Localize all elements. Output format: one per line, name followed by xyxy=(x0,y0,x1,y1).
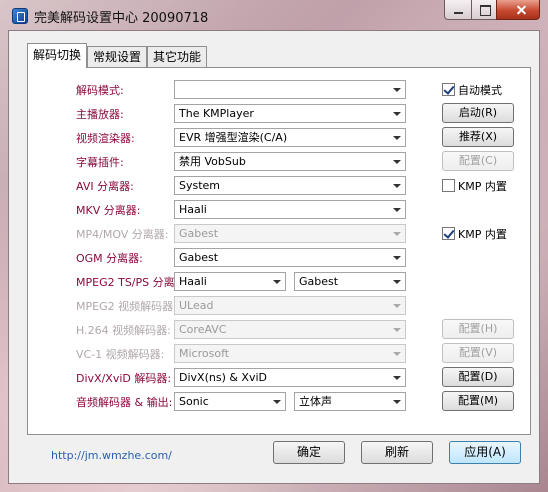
checkbox-box xyxy=(442,179,455,192)
window-title: 完美解码设置中心 20090718 xyxy=(34,11,209,26)
minimize-button[interactable] xyxy=(444,0,472,20)
config-m-button[interactable]: 配置(M) xyxy=(442,391,514,411)
audio-decoder-select[interactable]: Sonic xyxy=(174,392,286,411)
chevron-down-icon xyxy=(269,393,285,410)
auto-mode-checkbox[interactable]: 自动模式 xyxy=(442,82,502,98)
dialog-client: 解码切换 常规设置 其它功能 解码模式: 自动模式 主播放器: The KMPl… xyxy=(8,30,540,484)
subtitle-plugin-select[interactable]: 禁用 VobSub xyxy=(174,152,406,171)
decode-mode-select[interactable] xyxy=(174,80,406,99)
ogm-splitter-select[interactable]: Gabest xyxy=(174,248,406,267)
ok-button[interactable]: 确定 xyxy=(273,441,345,464)
chevron-down-icon xyxy=(389,81,405,98)
app-icon xyxy=(12,8,28,24)
tab-general-settings[interactable]: 常规设置 xyxy=(87,46,147,67)
chevron-down-icon xyxy=(389,153,405,170)
mpeg2ts-splitter-select-1[interactable]: Haali xyxy=(174,272,286,291)
h264-decoder-select[interactable]: CoreAVC xyxy=(174,320,406,339)
config-h-button[interactable]: 配置(H) xyxy=(442,319,514,339)
avi-splitter-select[interactable]: System xyxy=(174,176,406,195)
chevron-down-icon xyxy=(389,225,405,242)
website-link[interactable]: http://jm.wmzhe.com/ xyxy=(51,449,172,462)
chevron-down-icon xyxy=(389,273,405,290)
audio-output-select[interactable]: 立体声 xyxy=(294,392,406,411)
decode-panel: 解码模式: 自动模式 主播放器: The KMPlayer 启动(R) 视频渲染… xyxy=(27,67,531,435)
chevron-down-icon xyxy=(269,273,285,290)
chevron-down-icon xyxy=(389,393,405,410)
checkbox-box xyxy=(442,227,455,240)
chevron-down-icon xyxy=(389,105,405,122)
chevron-down-icon xyxy=(389,297,405,314)
chevron-down-icon xyxy=(389,177,405,194)
title-bar: 完美解码设置中心 20090718 xyxy=(0,0,548,30)
mpeg2-decoder-select[interactable]: ULead xyxy=(174,296,406,315)
mp4-kmp-builtin-checkbox[interactable]: KMP 内置 xyxy=(442,226,507,242)
close-button[interactable] xyxy=(496,0,540,20)
recommend-button[interactable]: 推荐(X) xyxy=(442,127,514,147)
chevron-down-icon xyxy=(389,369,405,386)
mkv-splitter-select[interactable]: Haali xyxy=(174,200,406,219)
tab-decode-switch[interactable]: 解码切换 xyxy=(27,43,87,68)
chevron-down-icon xyxy=(389,345,405,362)
mp4-splitter-select[interactable]: Gabest xyxy=(174,224,406,243)
vc1-decoder-select[interactable]: Microsoft xyxy=(174,344,406,363)
chevron-down-icon xyxy=(389,321,405,338)
chevron-down-icon xyxy=(389,201,405,218)
main-player-select[interactable]: The KMPlayer xyxy=(174,104,406,123)
tab-other-functions[interactable]: 其它功能 xyxy=(147,46,207,67)
mpeg2ts-splitter-select-2[interactable]: Gabest xyxy=(294,272,406,291)
maximize-button[interactable] xyxy=(471,0,497,20)
launch-button[interactable]: 启动(R) xyxy=(442,103,514,123)
checkbox-box xyxy=(442,83,455,96)
divx-decoder-select[interactable]: DivX(ns) & XviD xyxy=(174,368,406,387)
config-v-button[interactable]: 配置(V) xyxy=(442,343,514,363)
refresh-button[interactable]: 刷新 xyxy=(361,441,433,464)
config-d-button[interactable]: 配置(D) xyxy=(442,367,514,387)
chevron-down-icon xyxy=(389,129,405,146)
apply-button[interactable]: 应用(A) xyxy=(449,441,521,464)
config-c-button[interactable]: 配置(C) xyxy=(442,151,514,171)
video-renderer-select[interactable]: EVR 增强型渲染(C/A) xyxy=(174,128,406,147)
chevron-down-icon xyxy=(389,249,405,266)
avi-kmp-builtin-checkbox[interactable]: KMP 内置 xyxy=(442,178,507,194)
